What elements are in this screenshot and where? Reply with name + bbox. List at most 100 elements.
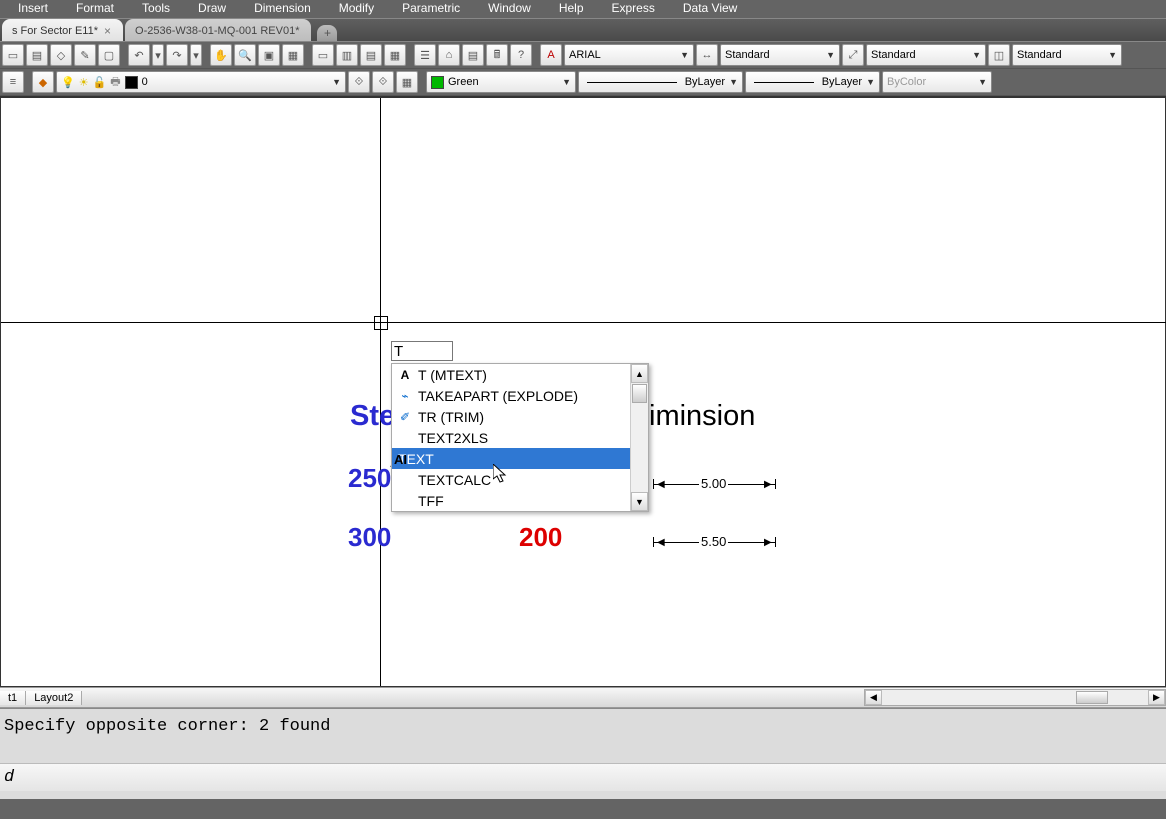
textstyle-dropdown[interactable]: Standard▼	[720, 44, 840, 66]
color-name: Green	[448, 76, 479, 88]
autocomplete-item[interactable]: AT (MTEXT)	[392, 364, 648, 385]
color-swatch	[431, 76, 444, 89]
layout-tab[interactable]: t1	[0, 691, 26, 705]
tool-icon[interactable]: ✎	[74, 44, 96, 66]
tool-icon[interactable]: ▤	[360, 44, 382, 66]
tool-icon[interactable]: ▭	[2, 44, 24, 66]
font-dropdown[interactable]: ARIAL▼	[564, 44, 694, 66]
autocomplete-item[interactable]: TFF	[392, 490, 648, 511]
tool-icon[interactable]: ▤	[462, 44, 484, 66]
autocomplete-item[interactable]: TEXTCALC	[392, 469, 648, 490]
color-dropdown[interactable]: Green ▼	[426, 71, 576, 93]
menu-dataview[interactable]: Data View	[669, 0, 751, 18]
layer-icon[interactable]: ≡	[2, 71, 24, 93]
layer-tool-icon[interactable]: ▦	[396, 71, 418, 93]
horizontal-scrollbar[interactable]: ◀ ▶	[864, 689, 1166, 706]
scroll-thumb[interactable]	[1076, 691, 1108, 704]
mtext-icon: A	[398, 368, 412, 382]
new-tab-button[interactable]: +	[317, 25, 337, 41]
plotstyle-dropdown[interactable]: ByColor ▼	[882, 71, 992, 93]
lineweight-dropdown[interactable]: ByLayer ▼	[745, 71, 880, 93]
scroll-right-icon[interactable]: ▶	[1148, 690, 1165, 705]
close-icon[interactable]: ×	[104, 24, 111, 38]
drawing-text: iminsion	[649, 400, 755, 433]
drawing-value: 250	[348, 463, 391, 494]
scroll-down-icon[interactable]: ▼	[631, 492, 648, 511]
calculator-icon[interactable]: 🖩	[486, 44, 508, 66]
zoom-extents-icon[interactable]: ▦	[282, 44, 304, 66]
trim-icon: ✐	[398, 410, 412, 424]
menu-insert[interactable]: Insert	[4, 0, 62, 18]
menu-modify[interactable]: Modify	[325, 0, 388, 18]
tool-icon[interactable]: ▤	[26, 44, 48, 66]
dimension-tick	[653, 537, 654, 547]
menu-format[interactable]: Format	[62, 0, 128, 18]
doc-tab-active[interactable]: s For Sector E11* ×	[2, 19, 123, 41]
undo-dropdown[interactable]: ▾	[152, 44, 164, 66]
command-prompt[interactable]: d	[0, 764, 1166, 791]
command-region: Specify opposite corner: 2 found d	[0, 708, 1166, 799]
zoom-icon[interactable]: 🔍	[234, 44, 256, 66]
tablestyle-name: Standard	[1017, 49, 1062, 61]
menu-bar: Insert Format Tools Draw Dimension Modif…	[0, 0, 1166, 18]
tool-icon[interactable]: ⌂	[438, 44, 460, 66]
pan-icon[interactable]: ✋	[210, 44, 232, 66]
help-icon[interactable]: ?	[510, 44, 532, 66]
scroll-left-icon[interactable]: ◀	[865, 690, 882, 705]
menu-parametric[interactable]: Parametric	[388, 0, 474, 18]
scroll-thumb[interactable]	[632, 384, 647, 403]
tablestyle-dropdown[interactable]: Standard▼	[1012, 44, 1122, 66]
crosshair-vertical	[380, 98, 381, 686]
tool-icon[interactable]: ▥	[336, 44, 358, 66]
crosshair-horizontal	[1, 322, 1166, 323]
layout-tab[interactable]: Layout2	[26, 691, 82, 705]
dimension-value: 5.50	[699, 534, 728, 549]
font-name: ARIAL	[569, 49, 601, 61]
menu-tools[interactable]: Tools	[128, 0, 184, 18]
pickbox-icon	[374, 316, 388, 330]
autocomplete-scrollbar[interactable]: ▲ ▼	[630, 364, 648, 511]
menu-window[interactable]: Window	[474, 0, 545, 18]
tablestyle-icon[interactable]: ◫	[988, 44, 1010, 66]
dimstyle-icon[interactable]: ↔	[696, 44, 718, 66]
drawing-canvas[interactable]: Ste iminsion 250 AI 300 200 ◀ ▶ 5.00 ◀ ▶…	[0, 97, 1166, 687]
menu-help[interactable]: Help	[545, 0, 598, 18]
tool-icon[interactable]: ▭	[312, 44, 334, 66]
textstyle-name: Standard	[725, 49, 770, 61]
dimstyle-icon[interactable]: ⤢	[842, 44, 864, 66]
textstyle-icon[interactable]: A	[540, 44, 562, 66]
tool-icon[interactable]: ▢	[98, 44, 120, 66]
layer-name: 0	[142, 76, 148, 88]
menu-dimension[interactable]: Dimension	[240, 0, 325, 18]
layer-tool-icon[interactable]: ◆	[32, 71, 54, 93]
dimstyle-dropdown[interactable]: Standard▼	[866, 44, 986, 66]
toolbar-row-1: ▭ ▤ ◇ ✎ ▢ ↶ ▾ ↷ ▾ ✋ 🔍 ▣ ▦ ▭ ▥ ▤ ▦ ☰ ⌂ ▤ …	[0, 42, 1166, 69]
dimension-tick	[775, 479, 776, 489]
toolbar-row-2: ≡ ◆ 💡☀🔓🖶 0 ▼ ⟐ ⟐ ▦ Green ▼ ByLayer ▼ ByL…	[0, 69, 1166, 96]
autocomplete-item-selected[interactable]: TEXT	[392, 448, 648, 469]
menu-express[interactable]: Express	[598, 0, 669, 18]
document-tabs: s For Sector E11* × O-2536-W38-01-MQ-001…	[0, 18, 1166, 41]
autocomplete-item[interactable]: TEXT2XLS	[392, 427, 648, 448]
scroll-up-icon[interactable]: ▲	[631, 364, 648, 383]
layer-tool-icon[interactable]: ⟐	[348, 71, 370, 93]
undo-button[interactable]: ↶	[128, 44, 150, 66]
tool-icon[interactable]: ▦	[384, 44, 406, 66]
menu-draw[interactable]: Draw	[184, 0, 240, 18]
tool-icon[interactable]: ☰	[414, 44, 436, 66]
layout-tabs-bar: t1 Layout2 ◀ ▶	[0, 687, 1166, 708]
redo-dropdown[interactable]: ▾	[190, 44, 202, 66]
doc-tab-inactive[interactable]: O-2536-W38-01-MQ-001 REV01*	[125, 19, 311, 41]
redo-button[interactable]: ↷	[166, 44, 188, 66]
layer-dropdown[interactable]: 💡☀🔓🖶 0 ▼	[56, 71, 346, 93]
dimension-value: 5.00	[699, 476, 728, 491]
linetype-name: ByLayer	[685, 76, 725, 88]
doc-tab-inactive-label: O-2536-W38-01-MQ-001 REV01*	[135, 25, 299, 37]
autocomplete-item[interactable]: ⌁TAKEAPART (EXPLODE)	[392, 385, 648, 406]
linetype-dropdown[interactable]: ByLayer ▼	[578, 71, 743, 93]
layer-tool-icon[interactable]: ⟐	[372, 71, 394, 93]
zoom-window-icon[interactable]: ▣	[258, 44, 280, 66]
autocomplete-item[interactable]: ✐TR (TRIM)	[392, 406, 648, 427]
dynamic-command-input[interactable]	[391, 341, 453, 361]
tool-icon[interactable]: ◇	[50, 44, 72, 66]
